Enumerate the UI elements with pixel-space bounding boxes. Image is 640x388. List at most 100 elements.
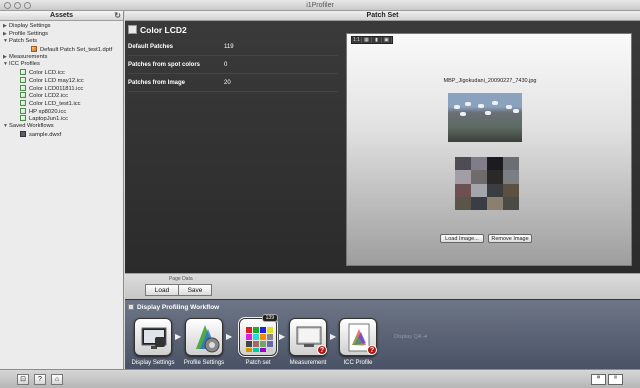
color-patch <box>471 170 487 184</box>
page-data-bar: Page Data Load Save <box>125 273 640 299</box>
tree-item-label: Color LCD011811.icc <box>29 85 84 92</box>
workflow-header: Display Profiling Workflow <box>128 304 219 311</box>
tree-item[interactable]: ▶ Display Settings <box>0 23 123 31</box>
tree-item[interactable]: Color LCD2.icc <box>0 92 123 100</box>
warning-icon: ? <box>317 345 327 355</box>
icc-file-icon <box>20 99 26 106</box>
tree-item-label: Measurements <box>9 53 48 60</box>
zoom-window-button[interactable] <box>24 2 31 9</box>
tree-item-label: Color LCD.icc <box>29 70 65 77</box>
tree-item-label: HP xp8020.icc <box>29 108 67 115</box>
panel-title-text: Color LCD2 <box>140 25 187 35</box>
color-patch <box>471 183 487 197</box>
row-from-image: Patches from Image 20 <box>128 74 338 92</box>
color-patch <box>455 196 471 210</box>
tree-item-label: ICC Profiles <box>9 61 40 68</box>
image-filename: MBP_Jigokudani_20090227_7430.jpg <box>443 78 537 84</box>
tree-item[interactable]: Color LCD.icc <box>0 69 123 77</box>
arrow-icon: ▶ <box>226 332 233 341</box>
step-display-settings[interactable] <box>134 318 172 356</box>
dwxf-file-icon <box>20 130 26 137</box>
row-value: 0 <box>224 62 228 68</box>
tree-item-label: Patch Sets <box>9 38 38 45</box>
icc-file-icon <box>20 76 26 83</box>
tree-item[interactable]: Color LCD011811.icc <box>0 84 123 93</box>
tree-item[interactable]: ▶ Measurements <box>0 54 123 62</box>
assets-title: Assets <box>50 12 73 19</box>
tree-item[interactable]: Color LCD_test1.icc <box>0 99 123 108</box>
color-patch <box>487 157 503 171</box>
dptf-file-icon <box>31 46 37 53</box>
home-button[interactable]: ⌂ <box>51 374 63 385</box>
assets-tree: ▶ Display Settings ▶ Profile Settings ▼Patch… <box>0 21 123 138</box>
refresh-icon[interactable]: ↻ <box>114 11 121 21</box>
patch-count-badge: 139 <box>261 314 278 322</box>
arrow-icon: ▶ <box>330 332 337 341</box>
profile-gear-icon <box>196 325 220 353</box>
tree-item[interactable]: LaptopJun1.icc <box>0 115 123 123</box>
main-header: Patch Set <box>125 11 640 21</box>
row-label: Patches from spot colors <box>128 62 201 68</box>
tree-item[interactable]: ▶ Profile Settings <box>0 31 123 39</box>
minimize-window-button[interactable] <box>14 2 21 9</box>
help-button[interactable]: ? <box>34 374 46 385</box>
tree-item-label: Profile Settings <box>9 30 48 37</box>
load-image-button[interactable]: Load Image... <box>440 234 484 243</box>
xrite-logo: ▤ <box>591 374 606 385</box>
tree-item-label: sample.dwxf <box>29 131 62 138</box>
icc-file-icon <box>20 84 26 91</box>
color-patch <box>455 170 471 184</box>
image-thumbnail <box>448 93 522 142</box>
bottom-bar: ⊡ ? ⌂ ▤ ▥ <box>0 369 640 388</box>
panel-title: Color LCD2 <box>128 24 187 36</box>
color-patch <box>503 196 519 210</box>
step-measurement[interactable]: ? <box>289 318 327 356</box>
color-patch <box>455 157 471 171</box>
step-icc-profile[interactable]: ? <box>339 318 377 356</box>
step-patch-set[interactable]: 139 <box>238 314 278 357</box>
step-profile-settings[interactable] <box>185 318 223 356</box>
grid-tool[interactable]: ▦ <box>362 37 372 43</box>
tree-item[interactable]: HP xp8020.icc <box>0 107 123 116</box>
assets-sidebar: Assets ↻ ▶ Display Settings ▶ Profile Setti… <box>0 11 124 369</box>
image-patch-grid <box>455 157 519 210</box>
frame-tool[interactable]: ▣ <box>382 37 392 43</box>
remove-image-button[interactable]: Remove Image <box>488 234 532 243</box>
tree-item-label: Default Patch Set_test1.dptf <box>40 47 113 54</box>
color-patch <box>471 196 487 210</box>
row-value: 119 <box>224 44 234 50</box>
color-patch <box>503 170 519 184</box>
document-icon <box>128 25 137 34</box>
tree-item[interactable]: Default Patch Set_test1.dptf <box>0 46 123 54</box>
icc-file-icon <box>20 115 26 122</box>
tree-item[interactable]: ▼ICC Profiles <box>0 61 123 69</box>
tree-item-label: Display Settings <box>9 23 51 29</box>
app-window: i1Profiler Assets ↻ ▶ Display Settings ▶ Pr… <box>0 0 640 388</box>
page-data-label: Page Data <box>169 276 193 282</box>
color-patch <box>455 183 471 197</box>
monitor-icon <box>141 327 167 349</box>
tree-item[interactable]: Color LCD may12.icc <box>0 76 123 85</box>
arrow-icon: ▶ <box>175 332 182 341</box>
icc-file-icon <box>20 107 26 114</box>
close-window-button[interactable] <box>4 2 11 9</box>
tree-item[interactable]: sample.dwxf <box>0 130 123 139</box>
preview-toolbar: 1:1 ▦ ▮ ▣ <box>351 36 393 44</box>
workflow-bar: Display Profiling Workflow ▶ ▶ 139 ▶ ? ▶… <box>125 299 640 369</box>
window-title: i1Profiler <box>306 2 334 9</box>
save-button[interactable]: Save <box>178 284 212 296</box>
tree-item-label: Color LCD may12.icc <box>29 77 84 84</box>
icc-file-icon <box>20 92 26 99</box>
fit-screen-button[interactable]: ⊡ <box>17 374 29 385</box>
tree-item[interactable]: ▼Saved Workflows <box>0 123 123 131</box>
display-qa-link[interactable]: Display QA ➜ <box>394 334 427 340</box>
color-patch <box>487 170 503 184</box>
color-patch <box>503 157 519 171</box>
actual-size-tool[interactable]: 1:1 <box>352 37 362 43</box>
color-patch <box>471 157 487 171</box>
tree-item[interactable]: ▼Patch Sets <box>0 38 123 46</box>
load-button[interactable]: Load <box>145 284 179 296</box>
pantone-logo: ▥ <box>608 374 623 385</box>
info-tool[interactable]: ▮ <box>372 37 382 43</box>
tree-item-label: Color LCD_test1.icc <box>29 100 81 107</box>
